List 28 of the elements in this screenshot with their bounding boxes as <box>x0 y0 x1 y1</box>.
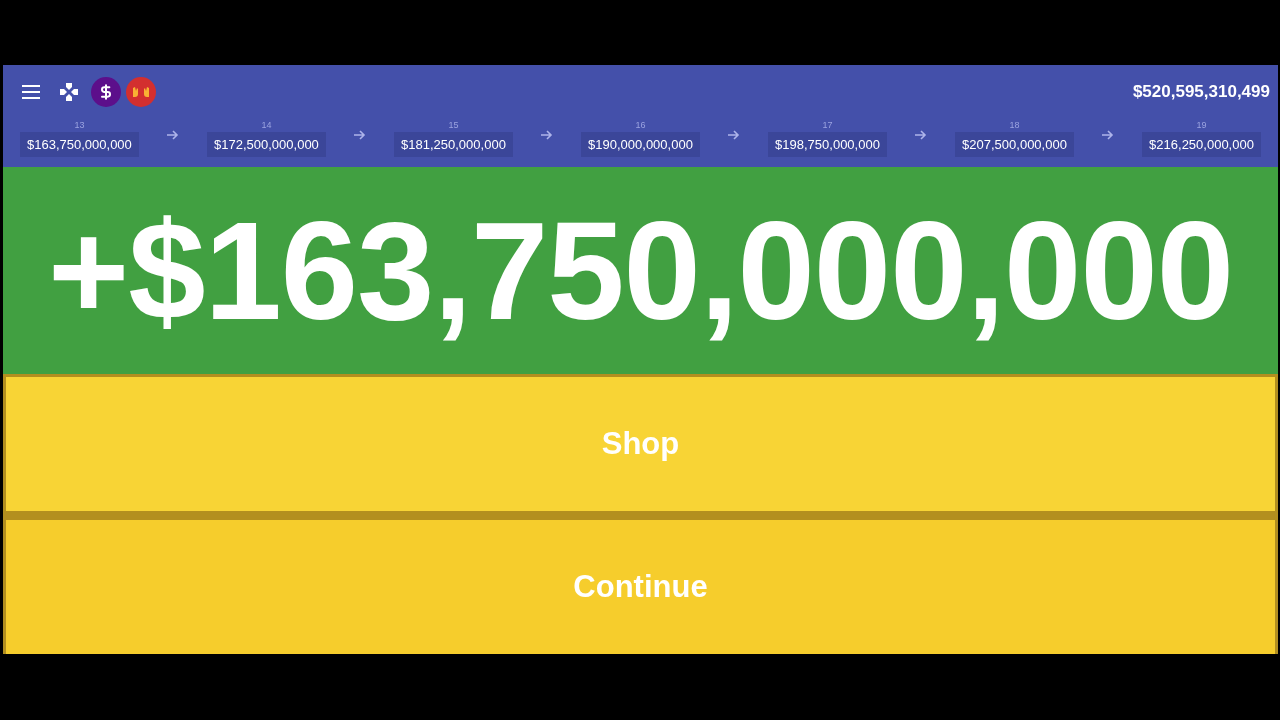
continue-button[interactable]: Continue <box>3 520 1278 654</box>
level-amount: $172,500,000,000 <box>207 132 326 157</box>
raised-hands-icon[interactable] <box>126 77 156 107</box>
level-amount: $216,250,000,000 <box>1142 132 1261 157</box>
arrow-right-icon <box>353 130 366 140</box>
menu-icon[interactable] <box>22 85 40 99</box>
level-number: 18 <box>1009 119 1020 131</box>
level-number: 16 <box>635 119 646 131</box>
shop-button[interactable]: Shop <box>3 374 1278 520</box>
level-number: 14 <box>261 119 272 131</box>
payout-amount: +$163,750,000,000 <box>48 201 1233 340</box>
level-amount: $207,500,000,000 <box>955 132 1074 157</box>
level-number: 13 <box>74 119 85 131</box>
arrow-right-icon <box>1102 130 1114 140</box>
level-amount: $181,250,000,000 <box>394 132 513 157</box>
level-amount: $163,750,000,000 <box>20 132 139 157</box>
arrow-right-icon <box>540 130 553 140</box>
arrow-right-icon <box>166 130 179 140</box>
level-amount: $190,000,000,000 <box>581 132 700 157</box>
level-number: 17 <box>822 119 833 131</box>
level-amount: $198,750,000,000 <box>768 132 887 157</box>
arrow-right-icon <box>915 130 927 140</box>
dpad-icon[interactable] <box>60 83 78 101</box>
level-number: 19 <box>1196 119 1207 131</box>
dollar-coin-icon[interactable] <box>91 77 121 107</box>
arrow-right-icon <box>727 130 740 140</box>
level-number: 15 <box>448 119 459 131</box>
balance-amount: $520,595,310,499 <box>1132 81 1270 104</box>
